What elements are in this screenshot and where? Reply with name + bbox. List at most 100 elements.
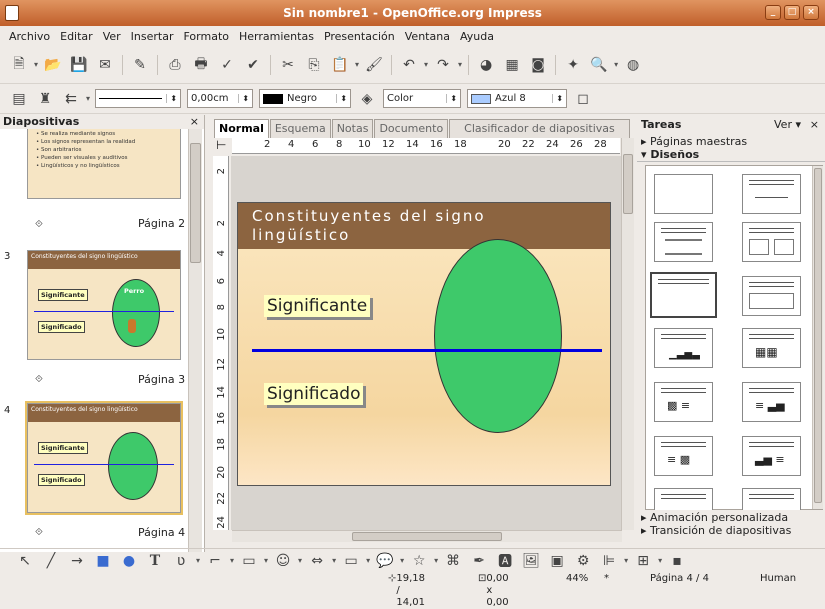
layout-title-centered[interactable] [742,276,801,316]
chevron-down-icon[interactable]: ▾ [400,556,404,565]
close-icon[interactable]: × [803,5,819,20]
menu-ventana[interactable]: Ventana [400,30,455,43]
layouts-scrollbar[interactable] [812,166,823,509]
export-pdf-icon[interactable]: ⎙ [166,56,184,74]
area-icon[interactable]: ◈ [358,90,376,108]
line-style-icon[interactable]: ♜ [36,90,54,108]
blue-line[interactable] [252,349,602,352]
menu-formato[interactable]: Formato [179,30,235,43]
curve-icon[interactable]: ʋ [172,552,190,570]
menu-herramientas[interactable]: Herramientas [234,30,319,43]
close-icon[interactable]: × [810,115,819,135]
table-icon[interactable]: ▦ [503,56,521,74]
chevron-down-icon[interactable]: ▾ [264,556,268,565]
master-pages-section[interactable]: ▸ Páginas maestras [637,135,825,148]
area-color-select[interactable]: Azul 8 ⬍ [467,89,568,108]
chevron-down-icon[interactable]: ▾ [658,556,662,565]
chevron-down-icon[interactable]: ▾ [424,60,428,69]
navigator-icon[interactable]: ✦ [564,56,582,74]
layout-title-only[interactable] [742,174,801,214]
line-width-field[interactable]: 0,00cm ⬍ [187,89,254,108]
symbol-shapes-icon[interactable]: ☺ [274,552,292,570]
significado-label[interactable]: Significado [264,383,364,405]
chevron-down-icon[interactable]: ▾ [332,556,336,565]
layout-image-text[interactable]: ▩ ≡ [654,382,713,422]
layout-title-selected[interactable] [650,272,717,318]
arrow-style-icon[interactable]: ⇇ [62,90,80,108]
flowchart-icon[interactable]: ▭ [342,552,360,570]
edit-file-icon[interactable]: ✎ [131,56,149,74]
paste-icon[interactable]: 📋 [331,56,349,74]
open-folder-icon[interactable]: 📂 [44,56,62,74]
block-arrows-icon[interactable]: ⇔ [308,552,326,570]
chevron-down-icon[interactable]: ▾ [614,60,618,69]
chevron-down-icon[interactable]: ▾ [458,60,462,69]
arrow-line-icon[interactable]: → [68,552,86,570]
menu-editar[interactable]: Editar [55,30,98,43]
chevron-down-icon[interactable]: ▾ [34,60,38,69]
current-slide[interactable]: Constituyentes del signo lingüístico Sig… [237,202,611,486]
cut-icon[interactable]: ✂ [279,56,297,74]
layout-title-table[interactable]: ▦▦ [742,328,801,368]
from-file-icon[interactable]: 🖼 [522,552,540,570]
redo-icon[interactable]: ↷ [434,56,452,74]
custom-animation-section[interactable]: ▸ Animación personalizada [641,511,791,524]
chevron-down-icon[interactable]: ▾ [86,94,90,103]
copy-icon[interactable]: ⎘ [305,56,323,74]
layout-title-content[interactable] [654,222,713,262]
vertical-ruler[interactable]: 2 2 4 6 8 10 12 14 16 18 20 22 24 [213,156,229,530]
tab-normal[interactable]: Normal [214,119,269,138]
tab-notas[interactable]: Notas [331,119,374,138]
clone-format-icon[interactable]: 🖌 [365,56,383,74]
spellcheck-icon[interactable]: ✓ [218,56,236,74]
tab-clasificador[interactable]: Clasificador de diapositivas [449,119,630,138]
layout-partial-2[interactable] [742,488,801,510]
layout-two-columns[interactable] [742,222,801,262]
extrusion-icon[interactable]: ⚙ [574,552,592,570]
canvas-horizontal-scrollbar[interactable] [232,530,622,542]
display-grid-icon[interactable]: ◙ [529,56,547,74]
menu-ayuda[interactable]: Ayuda [455,30,499,43]
print-icon[interactable]: 🖶 [192,56,210,74]
gallery-icon[interactable]: ▣ [548,552,566,570]
tab-esquema[interactable]: Esquema [269,119,331,138]
chevron-down-icon[interactable]: ▾ [434,556,438,565]
points-icon[interactable]: ⌘ [444,552,462,570]
horizontal-ruler[interactable]: ⊢ 2 4 6 8 10 12 14 16 18 20 22 24 26 28 [216,138,620,154]
ellipse-icon[interactable]: ● [120,552,138,570]
chevron-down-icon[interactable]: ▾ [355,60,359,69]
rectangle-icon[interactable]: ■ [94,552,112,570]
menu-presentacion[interactable]: Presentación [319,30,400,43]
view-menu-button[interactable]: Ver ▾ [774,115,801,135]
chevron-down-icon[interactable]: ▾ [298,556,302,565]
shadow-icon[interactable]: ◻ [574,90,592,108]
minimize-icon[interactable]: _ [765,5,781,20]
layouts-section[interactable]: ▾ Diseños [637,148,825,162]
email-icon[interactable]: ✉ [96,56,114,74]
stars-icon[interactable]: ☆ [410,552,428,570]
close-pane-icon[interactable]: × [190,115,199,129]
layout-blank[interactable] [654,174,713,214]
arrange-icon[interactable]: ⊞ [634,552,652,570]
slide-thumbnail-4[interactable]: Constituyentes del signo lingüístico Sig… [25,401,183,515]
layout-partial-1[interactable] [654,488,713,510]
tab-stop-icon[interactable]: ⊢ [216,138,226,152]
zoom-icon[interactable]: 🔍 [590,56,608,74]
basic-shapes-icon[interactable]: ▭ [240,552,258,570]
chevron-down-icon[interactable]: ▾ [624,556,628,565]
layout-chart-text[interactable]: ▃▅ ≡ [742,436,801,476]
significante-label[interactable]: Significante [264,295,371,317]
autospellcheck-icon[interactable]: ✔ [244,56,262,74]
align-icon[interactable]: ⊫ [600,552,618,570]
connector-icon[interactable]: ⌐ [206,552,224,570]
line-color-select[interactable]: Negro ⬍ [259,89,352,108]
tab-documento[interactable]: Documento [374,119,449,138]
text-icon[interactable]: T [146,552,164,570]
area-style-select[interactable]: Color ⬍ [383,89,462,108]
slide-thumbnail-2[interactable]: • Se realiza mediante signos • Los signo… [27,129,181,199]
menu-insertar[interactable]: Insertar [126,30,179,43]
glue-points-icon[interactable]: ✒ [470,552,488,570]
gallery-icon[interactable]: ◍ [624,56,642,74]
layout-text-chart[interactable]: ≡ ▃▅ [742,382,801,422]
navigator-grid-icon[interactable]: ▤ [10,90,28,108]
